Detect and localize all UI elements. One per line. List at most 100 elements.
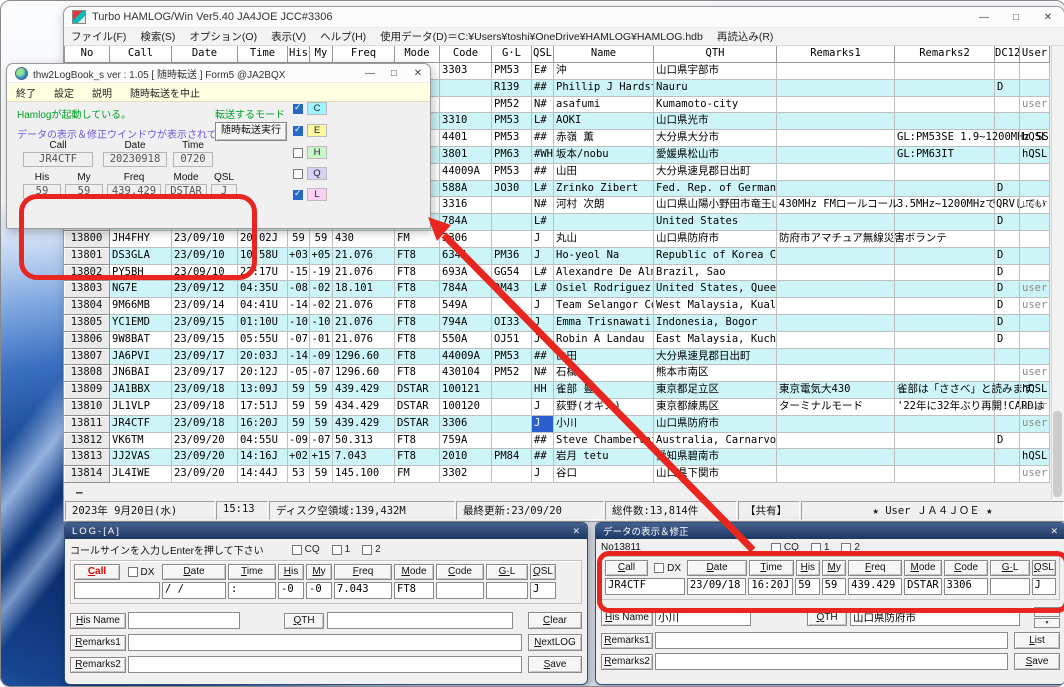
table-cell[interactable]: 石橋 [554,365,654,383]
table-cell[interactable]: D [995,79,1020,97]
transfer-execute-button[interactable]: 随時転送実行 [215,122,287,141]
table-cell[interactable]: 784A [440,281,492,299]
table-cell[interactable] [895,180,995,198]
cq-checkbox[interactable] [291,544,302,555]
remarks2-input[interactable] [655,653,1008,670]
menu-item[interactable]: 再読込み(R) [710,29,781,44]
table-cell[interactable]: user [1020,466,1050,483]
table-cell[interactable] [777,247,895,265]
table-cell[interactable] [1020,113,1050,131]
table-cell[interactable] [895,449,995,467]
table-cell[interactable]: JJ2VAS [110,449,172,467]
table-cell[interactable]: 13810 [64,398,110,416]
table-cell[interactable]: 05:55U [238,331,288,349]
table-cell[interactable]: 23/09/10 [172,247,238,265]
table-cell[interactable] [777,96,895,114]
table-cell[interactable] [777,146,895,164]
table-cell[interactable] [895,247,995,265]
table-cell[interactable]: 13809 [64,382,110,399]
table-cell[interactable] [895,264,995,282]
table-cell[interactable] [1020,79,1050,97]
his-name-input[interactable]: 小川 [655,609,751,626]
table-cell[interactable] [1020,163,1050,181]
cq-checkbox[interactable] [770,542,781,553]
table-cell[interactable]: hQSL [1020,449,1050,467]
table-cell[interactable] [777,466,895,483]
call-field-button[interactable]: Call [605,560,648,576]
column-header[interactable]: Mode [395,46,440,63]
table-cell[interactable]: D [995,247,1020,265]
table-cell[interactable] [492,230,532,248]
table-cell[interactable]: ## [532,432,554,450]
table-cell[interactable]: J [532,415,554,433]
table-cell[interactable]: 雀部は「ささべ」と読みます [895,382,1034,399]
remarks1-input[interactable] [128,634,522,651]
table-cell[interactable] [895,281,995,299]
close-icon[interactable]: ✕ [1032,7,1064,27]
table-cell[interactable]: 20:02J [238,230,288,248]
menu-item[interactable]: ファイル(F) [64,29,133,44]
table-cell[interactable] [492,298,532,315]
table-cell[interactable]: 21.076 [333,298,395,315]
table-cell[interactable]: 13812 [64,432,110,450]
table-cell[interactable]: United States [654,214,777,231]
table-cell[interactable] [895,63,995,80]
scrollbar-thumb[interactable] [1053,411,1062,497]
table-cell[interactable] [995,466,1020,483]
table-cell[interactable] [492,466,532,483]
table-cell[interactable]: Fed. Rep. of Germany, E [654,180,777,198]
gl-field-button[interactable]: G·L [486,564,528,580]
table-cell[interactable]: FM [395,230,440,248]
table-cell[interactable]: FT8 [395,264,440,282]
table-cell[interactable]: 23/09/20 [172,449,238,467]
field-input[interactable]: JR4CTF [605,578,685,595]
table-cell[interactable]: 23/09/18 [172,398,238,416]
table-cell[interactable]: 10:58U [238,247,288,265]
menu-item[interactable]: 説明 [83,85,121,100]
table-cell[interactable]: 59 [288,415,310,433]
field-input[interactable]: 59 [821,578,847,595]
table-cell[interactable]: -10 [288,314,310,332]
table-cell[interactable] [777,214,895,231]
menu-item[interactable]: 使用データ(D)＝C:¥Users¥toshi¥OneDrive¥HAMLOG¥… [373,29,710,44]
table-cell[interactable]: -19 [310,264,333,282]
table-cell[interactable]: 588A [440,180,492,198]
table-cell[interactable] [777,432,895,450]
table-cell[interactable] [777,180,895,198]
table-cell[interactable]: user [1020,298,1050,315]
table-cell[interactable]: user [1020,398,1050,416]
column-header[interactable]: User [1020,46,1050,63]
field-input[interactable]: 439.429 [848,578,903,595]
field-input[interactable]: -0 [278,582,304,599]
table-cell[interactable]: 44009A [440,163,492,181]
table-cell[interactable]: 100121 [440,382,492,399]
table-cell[interactable] [895,432,995,450]
table-cell[interactable]: 23/09/18 [172,382,238,399]
table-cell[interactable]: +02 [288,449,310,467]
table-cell[interactable]: Kumamoto-city [654,96,777,114]
table-cell[interactable]: 23/09/10 [172,264,238,282]
my-field-button[interactable]: My [306,564,332,580]
cq-checkbox[interactable] [810,542,821,553]
table-cell[interactable]: D [995,180,1020,198]
freq-field-button[interactable]: Freq [848,560,903,576]
table-cell[interactable]: 21.076 [333,331,395,349]
table-cell[interactable]: 3306 [440,415,492,433]
table-cell[interactable]: 21.076 [333,247,395,265]
table-cell[interactable]: '22年に32年ぶり再開!CARDは [895,398,1044,416]
table-cell[interactable]: D [995,298,1020,315]
table-cell[interactable]: HH [532,382,554,399]
table-cell[interactable] [1020,432,1050,450]
table-cell[interactable] [492,432,532,450]
table-cell[interactable] [777,348,895,366]
table-cell[interactable]: 549A [440,298,492,315]
table-cell[interactable]: -09 [310,348,333,366]
column-header[interactable]: His [288,46,310,63]
table-cell[interactable]: 大分県速見郡日出町 [654,348,777,366]
his-field-button[interactable]: His [278,564,304,580]
field-input[interactable]: -0 [306,582,332,599]
table-cell[interactable]: 784A [440,214,492,231]
table-cell[interactable]: E# [532,63,554,80]
table-cell[interactable]: FT8 [395,314,440,332]
table-cell[interactable]: 3316 [440,197,492,215]
